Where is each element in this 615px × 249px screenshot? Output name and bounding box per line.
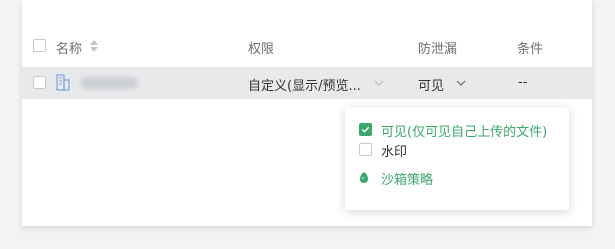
permission-value[interactable]: 自定义(显示/预览... xyxy=(248,75,361,94)
sandbox-icon xyxy=(360,172,368,183)
sort-icon[interactable] xyxy=(88,38,100,54)
select-all-checkbox[interactable] xyxy=(33,39,46,52)
building-icon xyxy=(56,74,70,91)
condition-value: -- xyxy=(518,75,528,90)
column-permission-header: 权限 xyxy=(248,42,275,57)
sandbox-policy-label[interactable]: 沙箱策略 xyxy=(381,169,433,188)
column-name-header[interactable]: 名称 xyxy=(56,38,82,57)
option-visible-label[interactable]: 可见(仅可见自己上传的文件) xyxy=(381,121,547,140)
table-header: 名称 权限 防泄漏 条件 xyxy=(22,28,592,64)
leak-prevention-dropdown: 可见(仅可见自己上传的文件) 水印 沙箱策略 xyxy=(345,107,569,210)
column-leak-prevention-header: 防泄漏 xyxy=(418,42,458,57)
option-watermark-label[interactable]: 水印 xyxy=(381,141,407,160)
row-checkbox[interactable] xyxy=(33,76,46,89)
leak-prevention-value[interactable]: 可见 xyxy=(418,75,444,94)
option-watermark-checkbox[interactable] xyxy=(359,143,372,156)
obscured-member-name xyxy=(80,77,138,89)
table-row[interactable]: 自定义(显示/预览... 可见 -- xyxy=(22,67,592,99)
chevron-down-icon[interactable] xyxy=(456,80,466,86)
column-condition-header: 条件 xyxy=(517,42,544,57)
option-visible-checkbox[interactable] xyxy=(359,123,372,136)
chevron-down-icon[interactable] xyxy=(374,80,384,86)
permissions-table-panel: 名称 权限 防泄漏 条件 自定义(显示/预览... 可见 -- 可见(仅可见自己… xyxy=(22,0,592,226)
